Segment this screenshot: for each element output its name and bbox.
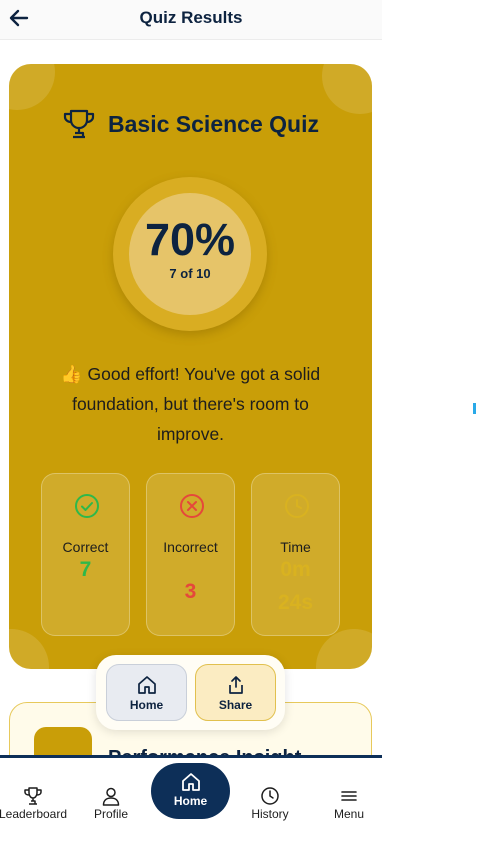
bottom-nav: Leaderboard Profile Home History Menu: [0, 755, 382, 843]
nav-label: Leaderboard: [0, 807, 68, 821]
clock-icon: [261, 787, 279, 805]
share-button[interactable]: Share: [195, 664, 276, 721]
score-inner: 70% 7 of 10: [129, 193, 251, 315]
x-circle-icon: [180, 494, 204, 518]
trophy-icon: [24, 787, 42, 805]
home-button-label: Home: [129, 698, 164, 712]
decorative-circle: [9, 629, 49, 669]
decorative-circle: [322, 64, 372, 114]
menu-icon: [341, 791, 357, 801]
stat-label: Time: [280, 539, 311, 555]
nav-home[interactable]: Home: [151, 763, 230, 819]
stat-value-incorrect: 3: [184, 580, 197, 603]
home-icon: [137, 676, 156, 694]
quiz-results-screen: Quiz Results Basic Science Quiz 70% 7 of…: [0, 0, 382, 843]
result-card: Basic Science Quiz 70% 7 of 10 👍 Good ef…: [9, 64, 372, 669]
feedback-text: Good effort! You've got a solid foundati…: [72, 364, 321, 444]
stat-value-time-seconds: 24s: [277, 591, 314, 614]
nav-label: Home: [173, 794, 208, 808]
stat-label: Correct: [62, 539, 109, 555]
nav-history[interactable]: History: [231, 786, 309, 821]
stat-value-time-minutes: 0m: [280, 558, 311, 581]
feedback-message: 👍 Good effort! You've got a solid founda…: [49, 359, 332, 449]
top-bar: Quiz Results: [0, 0, 382, 40]
stat-card-incorrect: Incorrect 3: [146, 473, 235, 636]
scroll-indicator: [473, 403, 476, 414]
stat-card-time: Time 0m 24s: [251, 473, 340, 636]
score-circle: 70% 7 of 10: [113, 177, 267, 331]
trophy-icon: [63, 109, 95, 139]
stat-label: Incorrect: [163, 539, 218, 555]
check-circle-icon: [75, 494, 99, 518]
share-icon: [228, 676, 243, 694]
home-button[interactable]: Home: [106, 664, 187, 721]
thumbs-up-icon: 👍: [60, 364, 83, 384]
decorative-circle: [9, 64, 55, 110]
nav-label: Profile: [93, 807, 128, 821]
nav-profile[interactable]: Profile: [72, 786, 150, 821]
nav-leaderboard[interactable]: Leaderboard: [0, 786, 72, 821]
clock-icon: [285, 494, 309, 518]
quick-actions: Home Share: [96, 655, 285, 730]
score-detail: 7 of 10: [169, 266, 211, 281]
page-title: Quiz Results: [139, 8, 243, 27]
share-button-label: Share: [218, 698, 253, 712]
stat-value-correct: 7: [79, 558, 92, 581]
quiz-title: Basic Science Quiz: [108, 110, 319, 137]
home-icon: [181, 773, 200, 791]
stat-card-correct: Correct 7: [41, 473, 130, 636]
nav-menu[interactable]: Menu: [310, 786, 382, 821]
user-icon: [102, 787, 120, 806]
nav-label: History: [251, 807, 289, 821]
score-percent: 70%: [144, 214, 236, 265]
nav-label: Menu: [333, 807, 365, 821]
quiz-title-row: Basic Science Quiz: [9, 108, 372, 140]
